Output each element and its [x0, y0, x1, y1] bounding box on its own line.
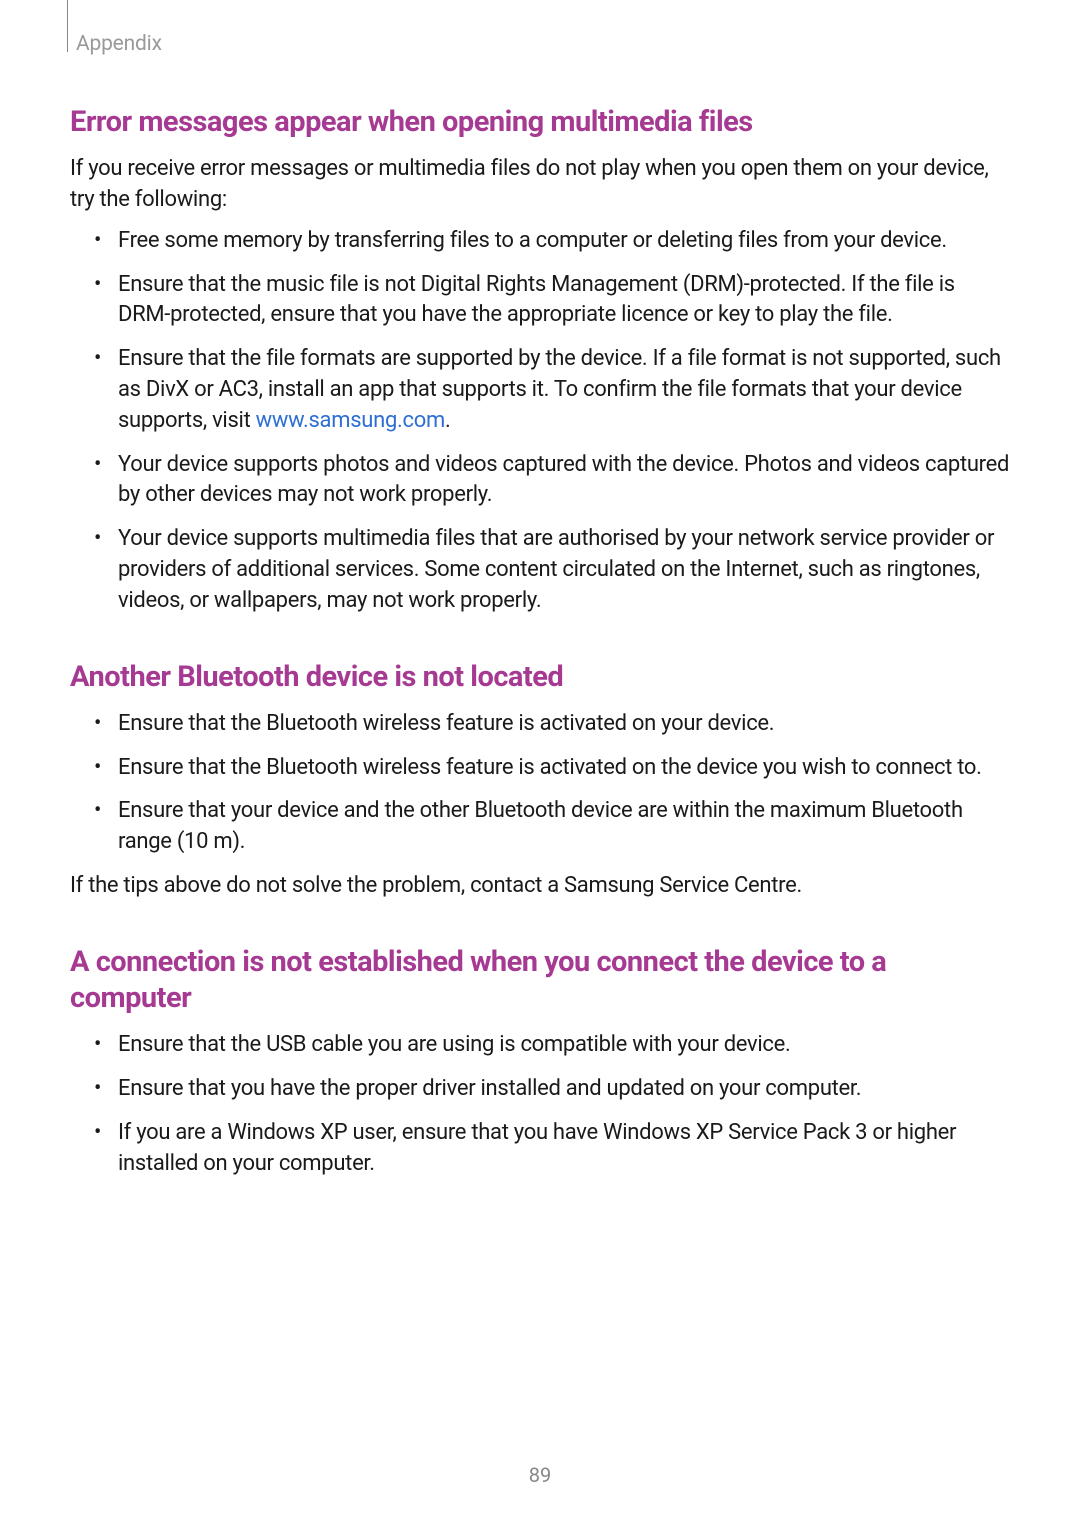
section-usb-connection: A connection is not established when you… — [70, 944, 1010, 1180]
list-item: Ensure that the Bluetooth wireless featu… — [98, 709, 1010, 740]
list-item: If you are a Windows XP user, ensure tha… — [98, 1118, 1010, 1180]
samsung-link[interactable]: www.samsung.com — [256, 408, 445, 433]
document-page: Appendix Error messages appear when open… — [0, 0, 1080, 1180]
section-heading: Error messages appear when opening multi… — [70, 104, 1010, 140]
header-vertical-rule — [67, 0, 68, 52]
page-number: 89 — [0, 1463, 1080, 1487]
list-item: Ensure that the music file is not Digita… — [98, 270, 1010, 332]
section-error-messages: Error messages appear when opening multi… — [70, 104, 1010, 617]
header-section-label: Appendix — [76, 30, 1010, 56]
page-header: Appendix — [70, 30, 1010, 56]
list-item: Ensure that the file formats are support… — [98, 344, 1010, 436]
list-item: Your device supports photos and videos c… — [98, 450, 1010, 512]
list-item: Free some memory by transferring files t… — [98, 226, 1010, 257]
list-item: Ensure that you have the proper driver i… — [98, 1074, 1010, 1105]
section-heading: A connection is not established when you… — [70, 944, 1010, 1017]
bullet-list: Ensure that the USB cable you are using … — [98, 1030, 1010, 1179]
list-item-text-pre: Ensure that the file formats are support… — [118, 346, 1001, 433]
list-item: Your device supports multimedia files th… — [98, 524, 1010, 616]
bullet-list: Ensure that the Bluetooth wireless featu… — [98, 709, 1010, 858]
list-item: Ensure that your device and the other Bl… — [98, 796, 1010, 858]
list-item: Ensure that the USB cable you are using … — [98, 1030, 1010, 1061]
section-heading: Another Bluetooth device is not located — [70, 659, 1010, 695]
bullet-list: Free some memory by transferring files t… — [98, 226, 1010, 617]
section-outro-text: If the tips above do not solve the probl… — [70, 871, 1010, 902]
list-item: Ensure that the Bluetooth wireless featu… — [98, 753, 1010, 784]
section-bluetooth: Another Bluetooth device is not located … — [70, 659, 1010, 902]
section-intro-text: If you receive error messages or multime… — [70, 154, 1010, 216]
list-item-text-post: . — [445, 408, 451, 433]
